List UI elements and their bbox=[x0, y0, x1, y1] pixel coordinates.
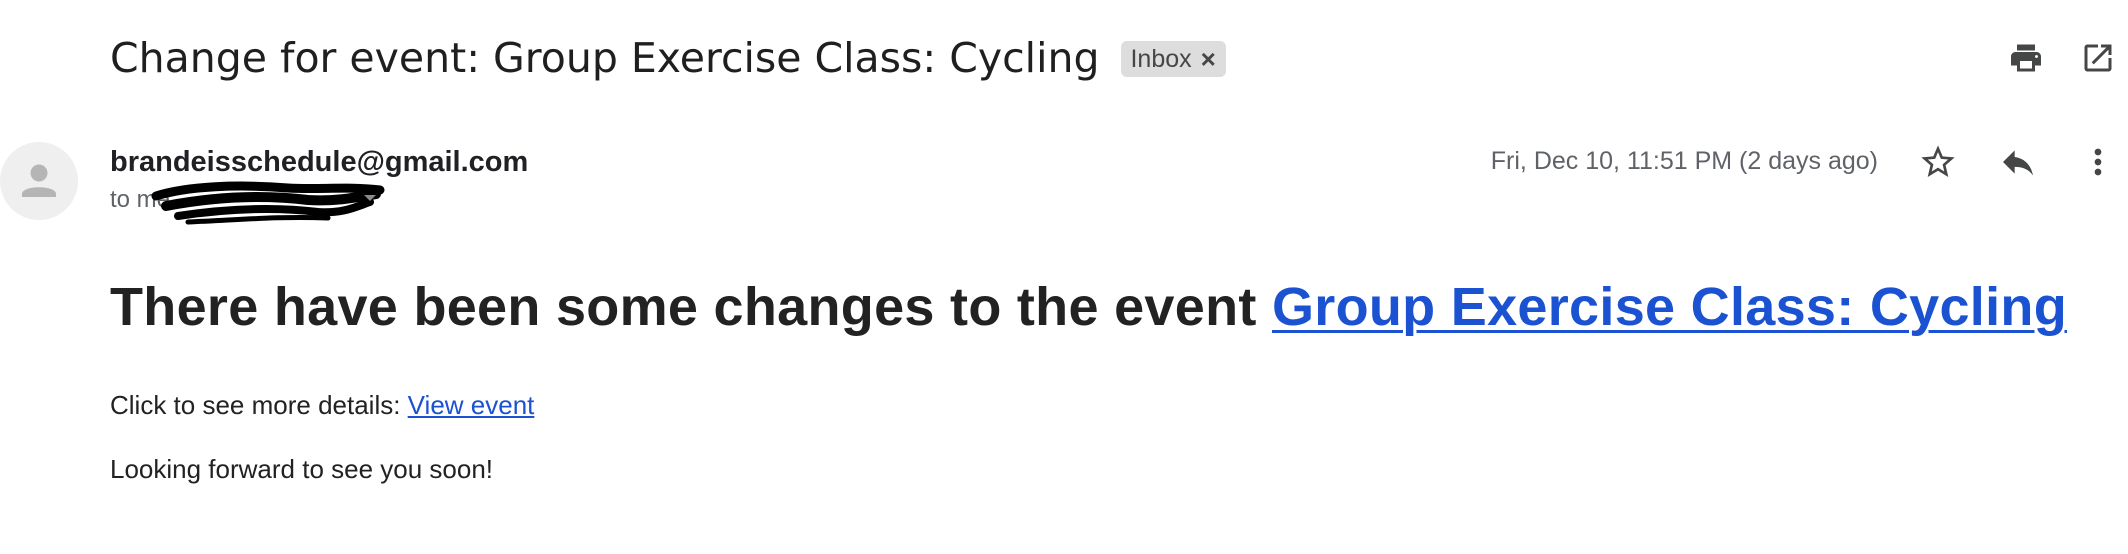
event-link[interactable]: Group Exercise Class: Cycling bbox=[1272, 277, 2067, 337]
body-heading: There have been some changes to the even… bbox=[110, 276, 2067, 338]
email-timestamp: Fri, Dec 10, 11:51 PM (2 days ago) bbox=[1490, 147, 1878, 175]
remove-label-icon[interactable]: × bbox=[1201, 46, 1216, 72]
chevron-down-icon[interactable] bbox=[362, 192, 378, 204]
reply-icon bbox=[2003, 150, 2033, 176]
subject-row: Change for event: Group Exercise Class: … bbox=[110, 28, 1226, 88]
closing-line: Looking forward to see you soon! bbox=[110, 454, 494, 484]
email-subject: Change for event: Group Exercise Class: … bbox=[110, 34, 1100, 82]
reply-button[interactable] bbox=[1994, 138, 2042, 186]
open-in-new-window-button[interactable] bbox=[2078, 38, 2118, 78]
redaction-mark bbox=[151, 181, 385, 225]
details-text: Click to see more details: bbox=[110, 390, 408, 420]
more-options-button[interactable] bbox=[2074, 138, 2122, 186]
sender-avatar[interactable] bbox=[0, 142, 78, 220]
print-button[interactable] bbox=[2006, 38, 2046, 78]
open-in-new-window-icon bbox=[2084, 44, 2112, 72]
label-chip-text: Inbox bbox=[1130, 44, 1192, 73]
star-button[interactable] bbox=[1914, 138, 1962, 186]
more-vert-icon bbox=[2094, 148, 2102, 176]
details-line: Click to see more details: View event bbox=[110, 390, 534, 421]
sender-email[interactable]: brandeisschedule@gmail.com bbox=[110, 146, 528, 179]
email-view: Change for event: Group Exercise Class: … bbox=[0, 0, 2128, 554]
body-heading-text: There have been some changes to the even… bbox=[110, 277, 1272, 337]
inbox-label-chip[interactable]: Inbox × bbox=[1121, 41, 1226, 77]
print-icon bbox=[2011, 44, 2041, 72]
view-event-link[interactable]: View event bbox=[408, 390, 535, 420]
avatar-placeholder-icon bbox=[22, 164, 56, 197]
star-icon bbox=[1921, 145, 1955, 177]
